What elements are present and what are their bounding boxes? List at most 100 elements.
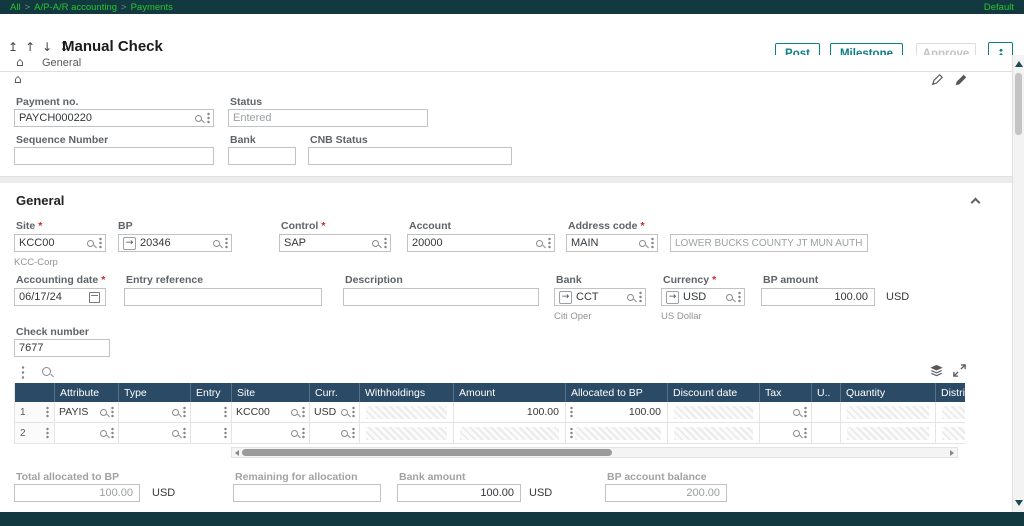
lookup-icon[interactable] [726,294,733,301]
scroll-up-icon[interactable] [1015,61,1023,67]
accounting-date-input[interactable]: 06/17/24 [14,288,106,306]
row-kebab-icon[interactable] [46,406,49,418]
grid-header-type[interactable]: Type [119,383,191,402]
control-input[interactable]: SAP [279,234,391,252]
next-record-icon[interactable] [42,40,52,54]
grid-header-curr[interactable]: Curr. [310,383,360,402]
kebab-icon[interactable] [302,406,305,418]
grid-header-attribute[interactable]: Attribute [55,383,119,402]
kebab-icon[interactable] [225,237,228,249]
grid-header-withholdings[interactable]: Withholdings [360,383,454,402]
kebab-icon[interactable] [352,427,355,439]
lookup-icon[interactable] [341,430,348,437]
amount-cell[interactable]: 100.00 [454,402,566,423]
jump-to-icon[interactable] [666,291,679,304]
allocated-cell[interactable]: 100.00 [566,402,668,423]
cnb-status-input[interactable] [308,147,512,165]
kebab-icon[interactable] [738,291,741,303]
row-number-cell[interactable]: 2 [15,423,55,444]
check-number-input[interactable]: 7677 [14,339,110,357]
scroll-right-icon[interactable] [950,450,954,456]
bank-input[interactable] [228,147,296,165]
sign-pen-icon[interactable] [930,73,944,87]
kebab-icon[interactable] [804,406,807,418]
breadcrumb-payments[interactable]: Payments [131,2,173,13]
account-input[interactable]: 20000 [407,234,555,252]
lookup-icon[interactable] [536,240,543,247]
row-number-cell[interactable]: 1 [15,402,55,423]
u-cell[interactable] [812,423,841,444]
grid-header-entry[interactable]: Entry [191,383,232,402]
row-kebab-icon[interactable] [46,427,49,439]
expand-grid-icon[interactable] [952,363,967,378]
kebab-icon[interactable] [99,237,102,249]
kebab-icon[interactable] [224,427,227,439]
grid-header-allocated[interactable]: Allocated to BP [566,383,668,402]
u-cell[interactable] [812,402,841,423]
allocated-cell[interactable] [566,423,668,444]
lookup-icon[interactable] [372,240,379,247]
attribute-cell[interactable]: PAYIS [55,402,119,423]
calendar-icon[interactable] [89,292,100,303]
grid-header-distrib[interactable]: Distrib [936,383,965,402]
curr-cell[interactable] [310,423,360,444]
lookup-icon[interactable] [639,240,646,247]
lookup-icon[interactable] [341,409,348,416]
grid-header-u[interactable]: U.. [812,383,841,402]
site-cell[interactable]: KCC00 [232,402,310,423]
grid-header-quantity[interactable]: Quantity [841,383,936,402]
entry-cell[interactable] [191,423,232,444]
lookup-icon[interactable] [793,430,800,437]
page-vertical-scrollbar[interactable] [1012,55,1024,512]
lookup-icon[interactable] [627,294,634,301]
attribute-cell[interactable] [55,423,119,444]
tab-general[interactable]: General [42,57,81,69]
scrollbar-thumb[interactable] [1015,73,1022,135]
bank-general-input[interactable]: CCT [554,288,646,306]
edit-pencil-icon[interactable] [954,73,968,87]
site-cell[interactable] [232,423,310,444]
description-input[interactable] [343,288,539,306]
previous-record-icon[interactable] [25,40,35,54]
kebab-icon[interactable] [639,291,642,303]
sequence-number-input[interactable] [14,147,214,165]
bp-amount-input[interactable]: 100.00 [761,288,875,306]
scroll-down-icon[interactable] [1015,500,1023,506]
lookup-icon[interactable] [100,409,107,416]
kebab-icon[interactable] [548,237,551,249]
jump-to-icon[interactable] [123,237,136,250]
lookup-icon[interactable] [213,240,220,247]
entry-cell[interactable] [191,402,232,423]
lookup-icon[interactable] [100,430,107,437]
endpoint-default-link[interactable]: Default [984,2,1014,13]
breadcrumb-all[interactable]: All [10,2,21,13]
lookup-icon[interactable] [172,430,179,437]
tax-cell[interactable] [760,423,812,444]
kebab-icon[interactable] [302,427,305,439]
grid-header-discount-date[interactable]: Discount date [668,383,760,402]
lookup-icon[interactable] [291,430,298,437]
collapse-section-icon[interactable] [971,198,981,208]
curr-cell[interactable]: USD [310,402,360,423]
scroll-left-icon[interactable] [235,450,239,456]
kebab-icon[interactable] [651,237,654,249]
currency-input[interactable]: USD [661,288,745,306]
kebab-icon[interactable] [804,427,807,439]
grid-header-amount[interactable]: Amount [454,383,566,402]
lookup-icon[interactable] [793,409,800,416]
layers-icon[interactable] [929,363,944,378]
kebab-icon[interactable] [384,237,387,249]
entry-reference-input[interactable] [124,288,322,306]
jump-to-icon[interactable] [559,291,572,304]
address-code-input[interactable]: MAIN [566,234,658,252]
grid-actions-kebab-icon[interactable] [21,365,25,379]
kebab-icon[interactable] [207,112,210,124]
type-cell[interactable] [119,423,191,444]
site-input[interactable]: KCC00 [14,234,106,252]
lookup-icon[interactable] [291,409,298,416]
lookup-icon[interactable] [172,409,179,416]
grid-header-site[interactable]: Site [232,383,310,402]
tax-cell[interactable] [760,402,812,423]
grid-horizontal-scrollbar[interactable] [231,447,958,458]
section-anchor-home-icon[interactable] [14,72,22,86]
